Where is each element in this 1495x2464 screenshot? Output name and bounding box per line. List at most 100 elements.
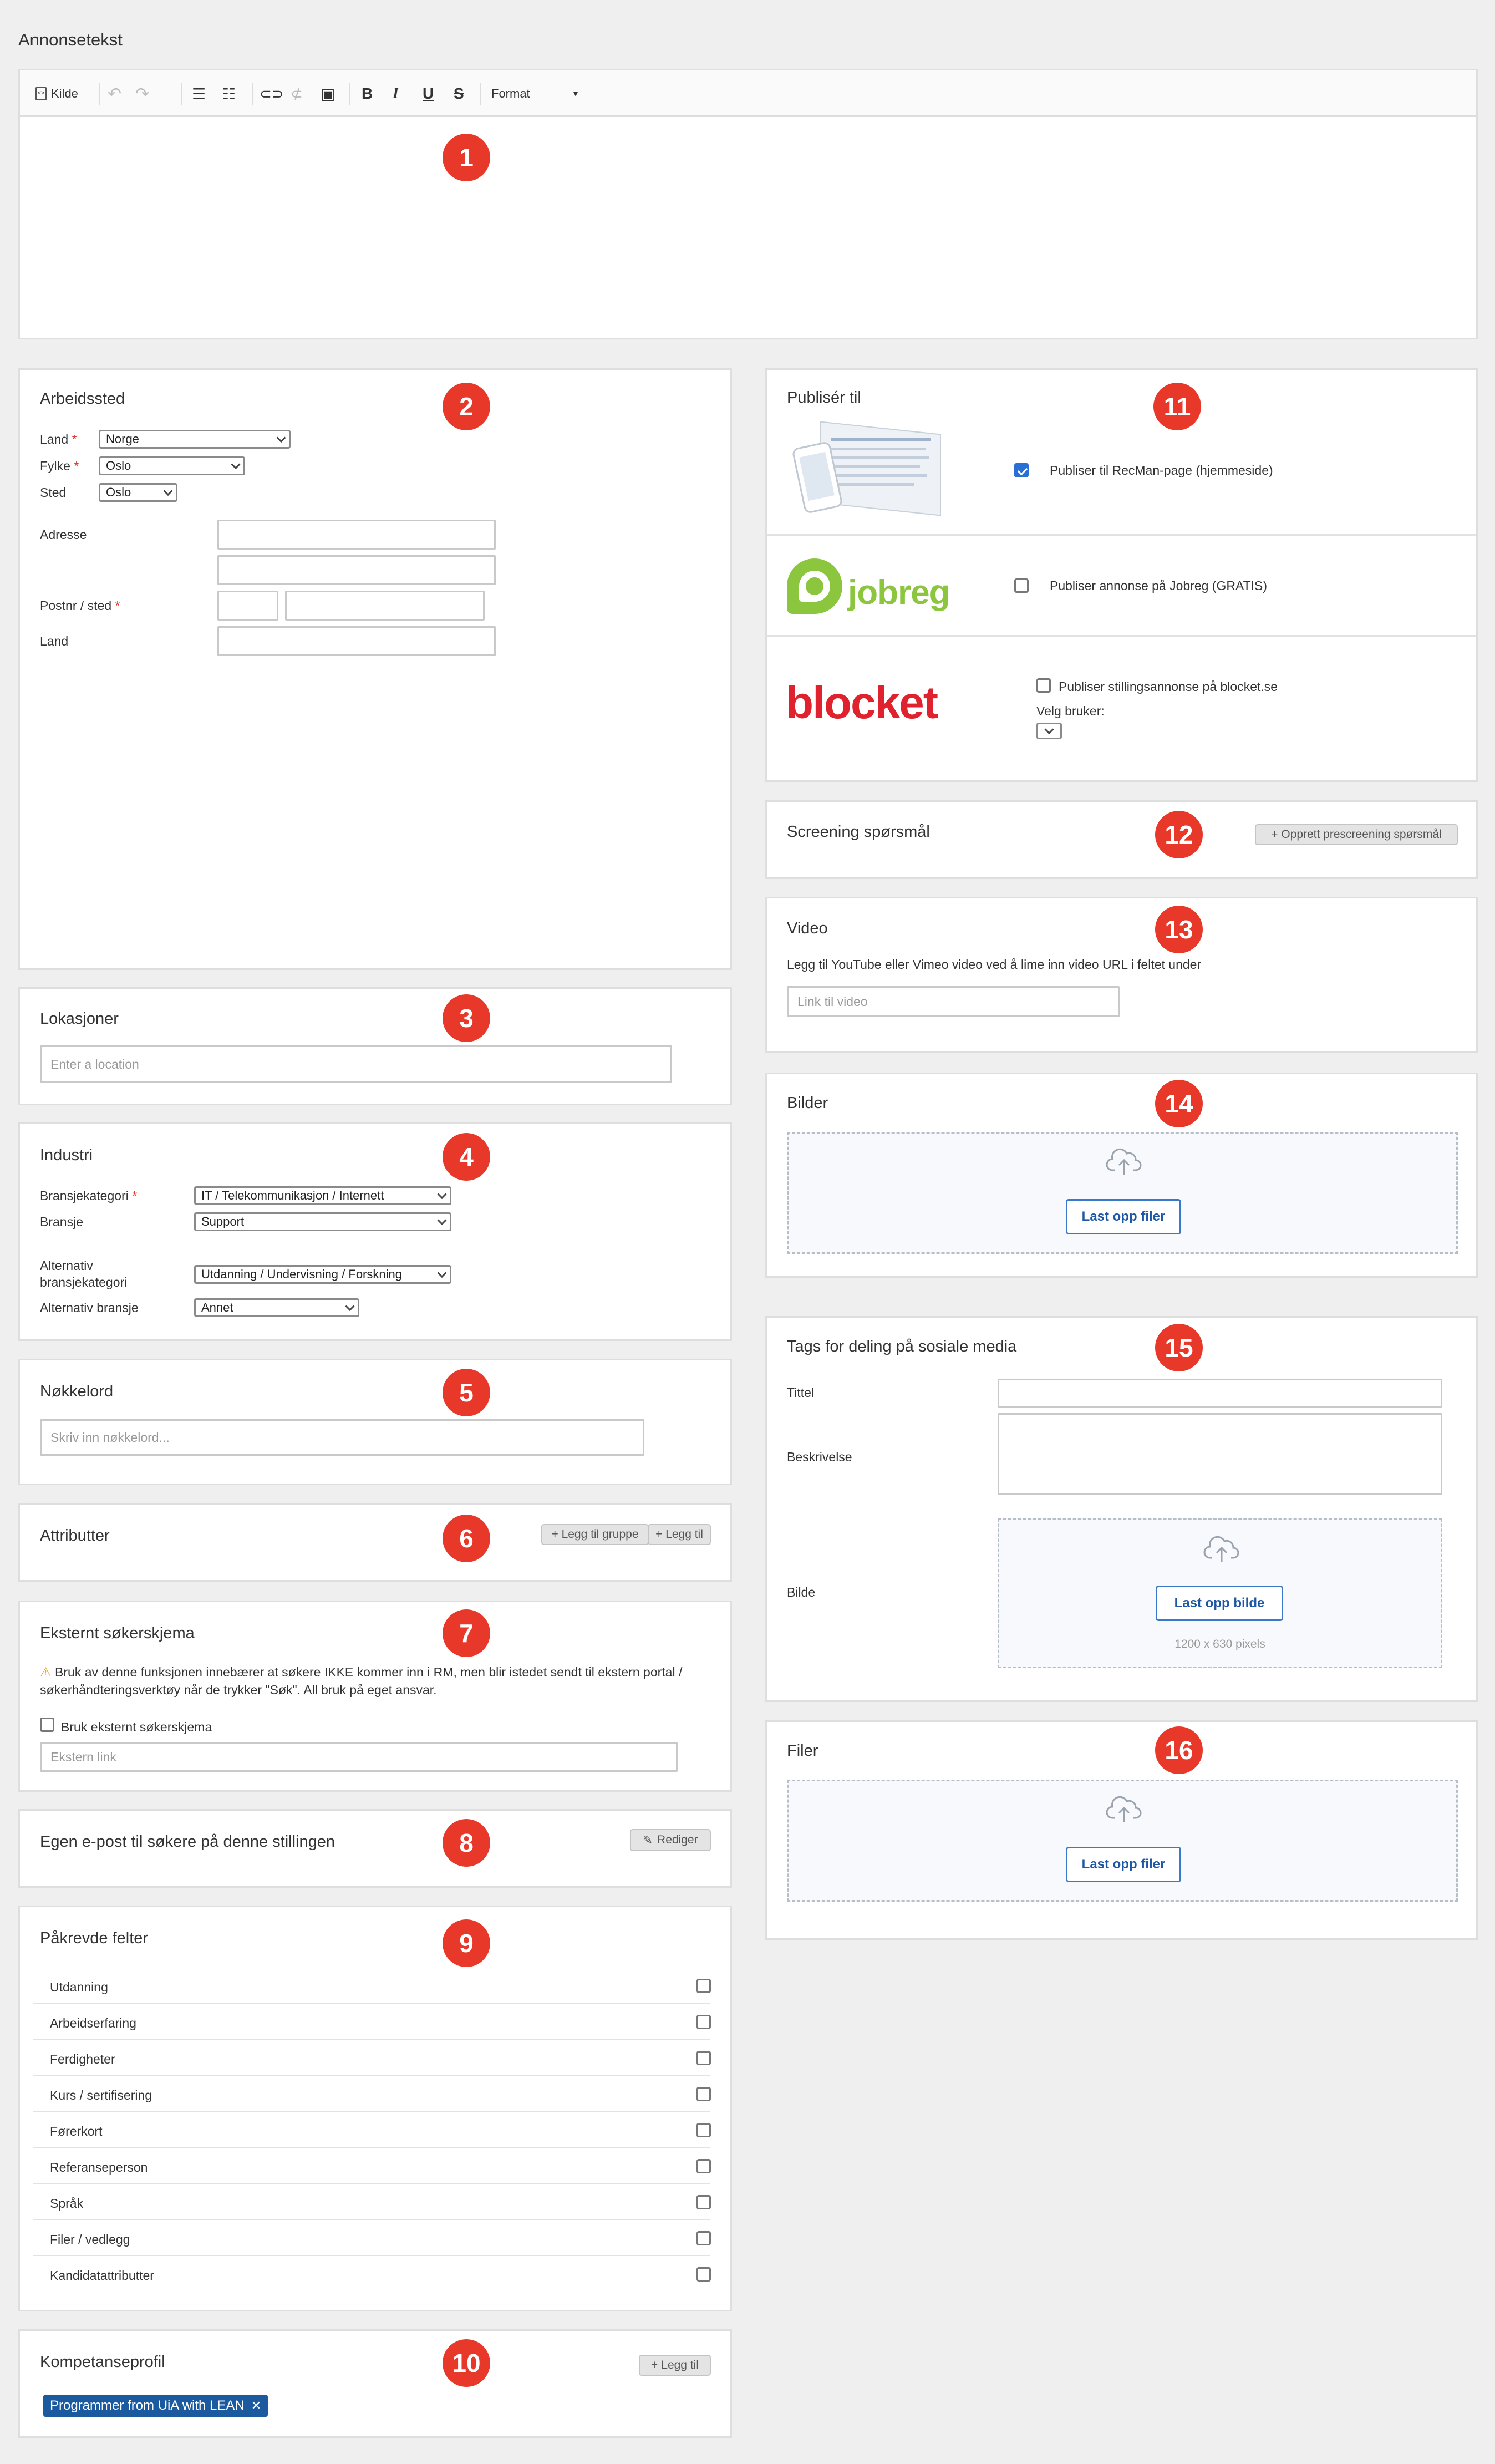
required-label: Referanseperson — [50, 2160, 148, 2175]
upload-image-button[interactable]: Last opp bilde — [1156, 1586, 1283, 1621]
image-icon[interactable]: ▣ — [321, 70, 335, 117]
publiser-panel: Publisér til Publiser til RecMan-page (h… — [765, 368, 1478, 782]
beskrivelse-textarea[interactable] — [998, 1413, 1442, 1495]
format-dropdown[interactable]: Format ▾ — [491, 70, 586, 117]
step-badge-8: 8 — [443, 1819, 490, 1867]
editor-body[interactable] — [20, 117, 1476, 338]
blocket-logo: blocket — [786, 678, 938, 728]
required-checkbox[interactable] — [696, 2159, 711, 2173]
step-badge-7: 7 — [443, 1609, 490, 1657]
bilder-panel: Bilder Last opp filer — [765, 1073, 1478, 1278]
required-checkbox[interactable] — [696, 2267, 711, 2282]
bullet-list-icon[interactable]: ☰ — [192, 70, 206, 117]
chevron-down-icon — [276, 433, 286, 443]
social-image-dropzone[interactable]: Last opp bilde 1200 x 630 pixels — [998, 1518, 1442, 1668]
required-label: Kurs / sertifisering — [50, 2088, 152, 2102]
step-badge-5: 5 — [443, 1369, 490, 1416]
strikethrough-icon[interactable]: S — [454, 70, 464, 117]
warning-icon: ⚠ — [40, 1665, 52, 1679]
external-link-input[interactable]: Ekstern link — [40, 1742, 678, 1772]
required-row: Referanseperson — [33, 2148, 711, 2184]
bold-icon[interactable]: B — [362, 70, 373, 117]
land-input[interactable] — [217, 626, 496, 656]
chevron-down-icon — [437, 1268, 447, 1278]
industri-panel: Industri Bransjekategori * IT / Telekomm… — [18, 1122, 732, 1341]
required-row: Arbeidserfaring — [33, 2004, 711, 2040]
link-icon[interactable]: ⊂⊃ — [260, 70, 284, 117]
chevron-down-icon: ▾ — [573, 89, 578, 99]
editor-toolbar: <> Kilde ↶ ↷ ☰ ☷ ⊂⊃ ⊄ ▣ B I U S Format ▾ — [20, 70, 1476, 117]
keyword-input[interactable]: Skriv inn nøkkelord... — [40, 1419, 644, 1456]
required-row: Kandidatattributter — [33, 2256, 711, 2292]
chevron-down-icon — [1044, 725, 1054, 735]
step-badge-15: 15 — [1155, 1324, 1203, 1371]
sted-input[interactable] — [285, 591, 485, 621]
location-input[interactable]: Enter a location — [40, 1045, 672, 1083]
undo-icon[interactable]: ↶ — [108, 70, 121, 117]
required-checkbox[interactable] — [696, 2231, 711, 2245]
sted-select[interactable]: Oslo — [99, 483, 177, 502]
alt-kategori-select[interactable]: Utdanning / Undervisning / Forskning — [194, 1265, 451, 1284]
adresse-input-2[interactable] — [217, 555, 496, 585]
egen-epost-title: Egen e-post til søkere på denne stilling… — [40, 1833, 335, 1851]
images-dropzone[interactable]: Last opp filer — [787, 1132, 1458, 1254]
files-dropzone[interactable]: Last opp filer — [787, 1780, 1458, 1902]
video-panel: Video Legg til YouTube eller Vimeo video… — [765, 897, 1478, 1053]
add-attribute-button[interactable]: + Legg til — [648, 1524, 711, 1545]
step-badge-6: 6 — [443, 1515, 490, 1562]
required-checkbox[interactable] — [696, 1979, 711, 1993]
redo-icon[interactable]: ↷ — [135, 70, 149, 117]
alt-bransje-select[interactable]: Annet — [194, 1298, 359, 1317]
blocket-checkbox[interactable] — [1036, 678, 1051, 693]
arbeidssted-title: Arbeidssted — [40, 390, 125, 408]
bransje-label: Bransje — [40, 1215, 83, 1229]
edit-email-button[interactable]: ✎ Rediger — [630, 1829, 711, 1851]
bransje-select[interactable]: Support — [194, 1212, 451, 1231]
alt-bransje-label: Alternativ bransje — [40, 1300, 139, 1315]
external-form-checkbox[interactable] — [40, 1718, 54, 1732]
jobreg-checkbox[interactable] — [1014, 578, 1029, 593]
required-label: Utdanning — [50, 1980, 108, 1994]
numbered-list-icon[interactable]: ☷ — [222, 70, 236, 117]
required-checkbox[interactable] — [696, 2051, 711, 2065]
recman-preview-image — [791, 421, 941, 516]
upload-images-button[interactable]: Last opp filer — [1066, 1199, 1181, 1234]
bransjekategori-select[interactable]: IT / Telekommunikasjon / Internett — [194, 1186, 451, 1205]
video-hint: Legg til YouTube eller Vimeo video ved å… — [787, 957, 1202, 972]
adresse-input-1[interactable] — [217, 520, 496, 550]
fylke-select[interactable]: Oslo — [99, 456, 245, 475]
sted-label: Sted — [40, 485, 67, 500]
tittel-label: Tittel — [787, 1385, 814, 1400]
add-group-button[interactable]: + Legg til gruppe — [541, 1524, 649, 1545]
create-screening-button[interactable]: + Opprett prescreening spørsmål — [1255, 824, 1458, 845]
required-checkbox[interactable] — [696, 2015, 711, 2029]
chevron-down-icon — [437, 1216, 447, 1226]
step-badge-3: 3 — [443, 994, 490, 1042]
add-competence-button[interactable]: + Legg til — [639, 2355, 711, 2376]
required-checkbox[interactable] — [696, 2087, 711, 2101]
annonsetekst-title: Annonsetekst — [18, 30, 123, 49]
required-checkbox[interactable] — [696, 2123, 711, 2137]
required-checkbox[interactable] — [696, 2195, 711, 2209]
required-label: Arbeidserfaring — [50, 2016, 136, 2030]
upload-files-button[interactable]: Last opp filer — [1066, 1847, 1181, 1882]
video-link-input[interactable]: Link til video — [787, 986, 1120, 1017]
velg-bruker-select[interactable] — [1036, 723, 1062, 739]
chevron-down-icon — [231, 460, 241, 470]
cloud-upload-icon — [1106, 1794, 1142, 1823]
velg-bruker-label: Velg bruker: — [1036, 704, 1105, 718]
postnr-input[interactable] — [217, 591, 278, 621]
close-icon[interactable]: ✕ — [251, 2399, 261, 2413]
chevron-down-icon — [163, 486, 173, 496]
source-button[interactable]: <> Kilde — [35, 70, 78, 117]
tittel-input[interactable] — [998, 1379, 1442, 1408]
italic-icon[interactable]: I — [393, 70, 399, 117]
cloud-upload-icon — [1106, 1146, 1142, 1176]
alt-kategori-label: Alternativ bransjekategori — [40, 1258, 128, 1289]
recman-checkbox[interactable] — [1014, 463, 1029, 477]
unlink-icon[interactable]: ⊄ — [291, 70, 303, 117]
land-select[interactable]: Norge — [99, 430, 291, 449]
land-label: Land * — [40, 432, 77, 446]
required-row: Utdanning — [33, 1968, 711, 2004]
underline-icon[interactable]: U — [423, 70, 434, 117]
